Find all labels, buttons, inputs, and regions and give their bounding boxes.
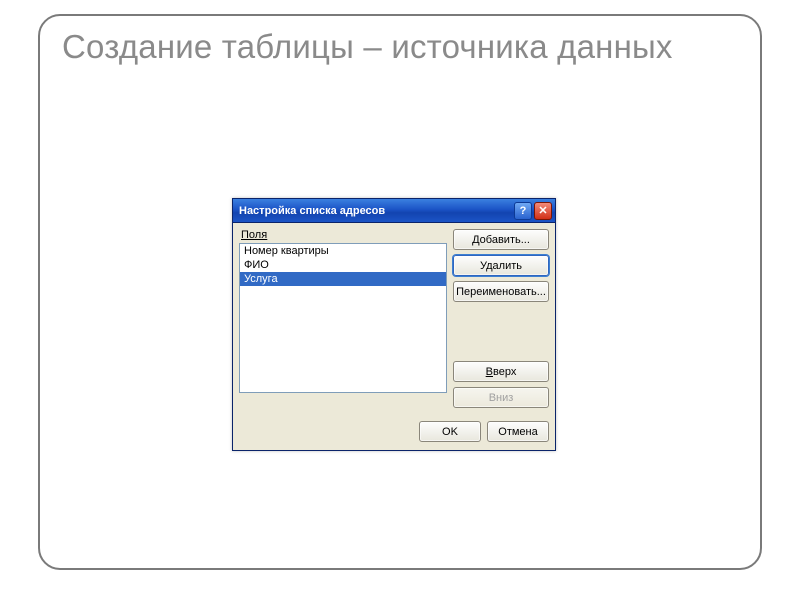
move-down-button: Вниз [453, 387, 549, 408]
dialog-title-text: Настройка списка адресов [239, 205, 514, 217]
bottom-button-row: OK Отмена [239, 421, 549, 442]
dialog-window: Настройка списка адресов ? ✕ Поля Номер … [232, 198, 556, 451]
add-button[interactable]: Добавить... [453, 229, 549, 250]
dialog-body: Поля Номер квартирыФИОУслуга Добавить...… [233, 223, 555, 450]
slide: Создание таблицы – источника данных Наст… [0, 0, 800, 600]
list-item[interactable]: ФИО [240, 258, 446, 272]
move-up-button[interactable]: Вверх [453, 361, 549, 382]
button-group-bottom: Вверх Вниз [453, 361, 549, 413]
button-group-top: Добавить... Удалить Переименовать... [453, 229, 549, 307]
close-button[interactable]: ✕ [534, 202, 552, 220]
ok-button[interactable]: OK [419, 421, 481, 442]
list-item[interactable]: Услуга [240, 272, 446, 286]
fields-label: Поля [241, 229, 447, 241]
help-button[interactable]: ? [514, 202, 532, 220]
help-icon: ? [520, 205, 527, 217]
dialog-content-row: Поля Номер квартирыФИОУслуга Добавить...… [239, 229, 549, 413]
fields-listbox[interactable]: Номер квартирыФИОУслуга [239, 243, 447, 393]
titlebar-buttons: ? ✕ [514, 202, 552, 220]
buttons-column: Добавить... Удалить Переименовать... Вве… [453, 229, 549, 413]
cancel-button[interactable]: Отмена [487, 421, 549, 442]
dialog-titlebar[interactable]: Настройка списка адресов ? ✕ [233, 199, 555, 223]
list-item[interactable]: Номер квартиры [240, 244, 446, 258]
close-icon: ✕ [538, 204, 547, 217]
rename-button[interactable]: Переименовать... [453, 281, 549, 302]
delete-button[interactable]: Удалить [453, 255, 549, 276]
fields-column: Поля Номер квартирыФИОУслуга [239, 229, 447, 413]
slide-title: Создание таблицы – источника данных [62, 28, 742, 67]
